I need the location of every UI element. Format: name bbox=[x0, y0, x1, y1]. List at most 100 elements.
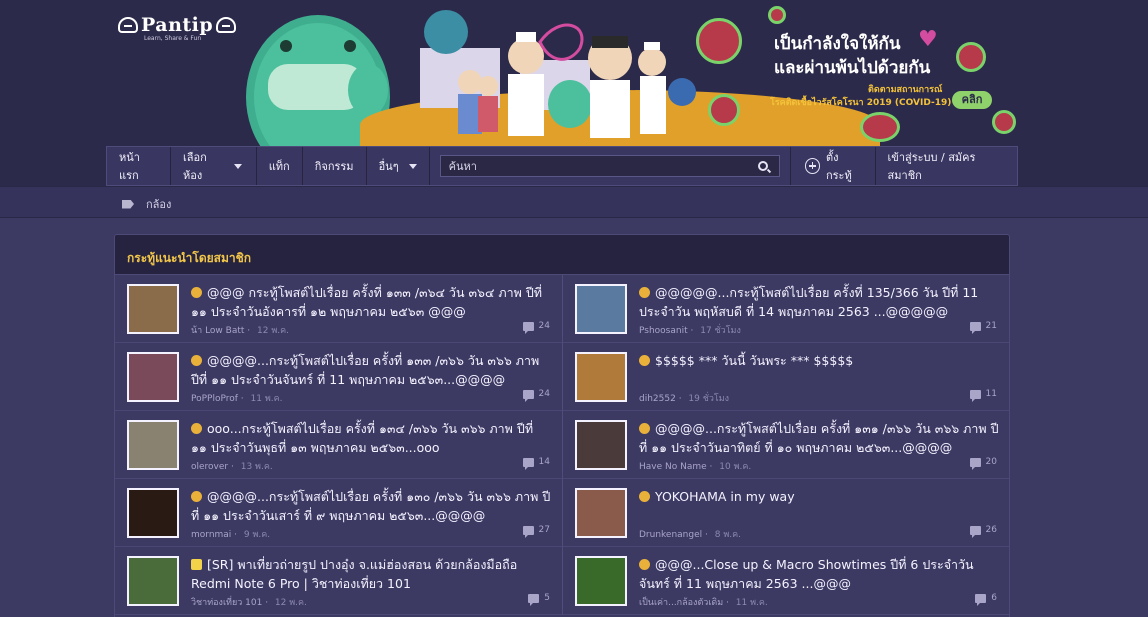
virus-icon bbox=[696, 18, 742, 64]
topic-time: 12 พ.ค. bbox=[274, 598, 307, 608]
comment-icon bbox=[969, 525, 981, 538]
topic-title-text: $$$$$ *** วันนี้ วันพระ *** $$$$$ bbox=[655, 353, 854, 368]
comment-count-value: 27 bbox=[538, 525, 550, 535]
nav-more[interactable]: อื่นๆ bbox=[367, 147, 430, 185]
topic-thumbnail[interactable] bbox=[127, 420, 179, 470]
topic-author[interactable]: dih2552 bbox=[639, 394, 676, 404]
topic-author[interactable]: PoPPloProf bbox=[191, 394, 238, 404]
topic-row[interactable]: @@@@...กระทู้โพสต์ไปเรื่อย ครั้งที่ ๑๓๑ … bbox=[563, 411, 1009, 479]
chevron-down-icon bbox=[408, 163, 417, 169]
topic-row[interactable]: @@@@@...กระทู้โพสต์ไปเรื่อย ครั้งที่ 135… bbox=[563, 275, 1009, 343]
topic-title[interactable]: @@@...Close up & Macro Showtimes ปีที่ 6… bbox=[639, 555, 999, 593]
topic-author[interactable]: Pshoosanit bbox=[639, 326, 688, 336]
comment-count: 5 bbox=[528, 593, 550, 606]
comment-count-value: 14 bbox=[538, 457, 550, 467]
nav-choose-room[interactable]: เลือกห้อง bbox=[171, 147, 257, 185]
virus-icon bbox=[956, 42, 986, 72]
topic-row[interactable]: @@@ กระทู้โพสต์ไปเรื่อย ครั้งที่ ๑๓๓ /๓๖… bbox=[115, 275, 562, 343]
topic-time: 11 พ.ค. bbox=[250, 394, 283, 404]
comment-count: 24 bbox=[522, 389, 550, 402]
topic-thumbnail[interactable] bbox=[575, 284, 627, 334]
topic-author[interactable]: Drunkenangel bbox=[639, 530, 702, 540]
topic-thumbnail[interactable] bbox=[127, 488, 179, 538]
topic-time: 8 พ.ค. bbox=[714, 530, 741, 540]
topic-thumbnail[interactable] bbox=[575, 352, 627, 402]
nav-bar: หน้าแรก เลือกห้อง แท็ก กิจกรรม อื่นๆ ตั้… bbox=[106, 146, 1018, 186]
topic-title[interactable]: @@@@...กระทู้โพสต์ไปเรื่อย ครั้งที่ ๑๓๑ … bbox=[639, 419, 999, 457]
nav-activity-label: กิจกรรม bbox=[314, 160, 354, 173]
topic-author[interactable]: olerover bbox=[191, 462, 228, 472]
comment-count: 24 bbox=[522, 321, 550, 334]
banner-click-button[interactable]: คลิก bbox=[952, 91, 992, 109]
topic-title[interactable]: [SR] พาเที่ยวถ่ายรูป ปางอุ๋ง จ.แม่ฮ่องสอ… bbox=[191, 555, 551, 593]
topic-thumbnail[interactable] bbox=[127, 556, 179, 606]
topic-title[interactable]: @@@ กระทู้โพสต์ไปเรื่อย ครั้งที่ ๑๓๓ /๓๖… bbox=[191, 283, 551, 321]
nav-tag[interactable]: แท็ก bbox=[257, 147, 303, 185]
emoji-icon bbox=[639, 423, 650, 434]
comment-icon bbox=[522, 525, 534, 538]
logo-text: Pantip bbox=[141, 14, 214, 36]
login-button[interactable]: เข้าสู่ระบบ / สมัครสมาชิก bbox=[876, 147, 1017, 185]
new-topic-button[interactable]: ตั้งกระทู้ bbox=[791, 147, 876, 185]
breadcrumb-bar: กล้อง bbox=[0, 186, 1148, 218]
comment-count: 11 bbox=[969, 389, 997, 402]
topic-meta: เป็นเค่า...กล้องตัวเดิม · 11 พ.ค. bbox=[639, 598, 768, 608]
search-icon[interactable] bbox=[757, 161, 768, 171]
recommended-topics-panel: กระทู้แนะนำโดยสมาชิก @@@ กระทู้โพสต์ไปเร… bbox=[114, 234, 1010, 617]
covid-banner[interactable]: Pantip Learn, Share & Fun เป็นกำลังใจให้… bbox=[0, 0, 1148, 146]
topic-meta: น้า Low Batt · 12 พ.ค. bbox=[191, 326, 289, 336]
topic-thumbnail[interactable] bbox=[127, 284, 179, 334]
nav-activity[interactable]: กิจกรรม bbox=[303, 147, 367, 185]
banner-subtitle-2: โรคติดเชื้อไวรัสโคโรนา 2019 (COVID-19) bbox=[770, 98, 952, 108]
breadcrumb[interactable]: กล้อง bbox=[122, 195, 171, 213]
topic-author[interactable]: mornmai bbox=[191, 530, 231, 540]
topic-row[interactable]: @@@@...กระทู้โพสต์ไปเรื่อย ครั้งที่ ๑๓๓ … bbox=[115, 343, 562, 411]
login-label: เข้าสู่ระบบ / สมัครสมาชิก bbox=[887, 151, 976, 182]
comment-count-value: 11 bbox=[985, 389, 997, 399]
topic-title[interactable]: @@@@...กระทู้โพสต์ไปเรื่อย ครั้งที่ ๑๓๓ … bbox=[191, 351, 551, 389]
banner-subtitle-1: ติดตามสถานการณ์ bbox=[868, 85, 943, 95]
nav-home-label: หน้าแรก bbox=[119, 151, 140, 182]
nav-home[interactable]: หน้าแรก bbox=[107, 147, 172, 185]
topic-meta: วิชาท่องเที่ยว 101 · 12 พ.ค. bbox=[191, 598, 307, 608]
topic-author[interactable]: วิชาท่องเที่ยว 101 bbox=[191, 598, 262, 608]
search-input[interactable] bbox=[439, 155, 780, 177]
topic-title[interactable]: YOKOHAMA in my way bbox=[639, 487, 999, 506]
topic-row[interactable]: YOKOHAMA in my way Drunkenangel · 8 พ.ค. 2… bbox=[563, 479, 1009, 547]
topic-row[interactable]: [SR] พาเที่ยวถ่ายรูป ปางอุ๋ง จ.แม่ฮ่องสอ… bbox=[115, 547, 562, 615]
topic-time: 12 พ.ค. bbox=[257, 326, 289, 336]
topic-thumbnail[interactable] bbox=[575, 556, 627, 606]
topic-time: 19 ชั่วโมง bbox=[688, 394, 730, 404]
pantip-logo[interactable]: Pantip bbox=[118, 14, 237, 36]
topic-author[interactable]: เป็นเค่า...กล้องตัวเดิม bbox=[639, 598, 723, 608]
topic-time: 17 ชั่วโมง bbox=[700, 326, 741, 336]
topic-row[interactable]: ooo...กระทู้โพสต์ไปเรื่อย ครั้งที่ ๑๓๔ /… bbox=[115, 411, 562, 479]
topic-row[interactable]: @@@...Close up & Macro Showtimes ปีที่ 6… bbox=[563, 547, 1009, 615]
topic-title-text: @@@@...กระทู้โพสต์ไปเรื่อย ครั้งที่ ๑๓๑ … bbox=[639, 421, 999, 455]
comment-icon bbox=[528, 593, 540, 606]
topic-title[interactable]: @@@@...กระทู้โพสต์ไปเรื่อย ครั้งที่ ๑๓๐ … bbox=[191, 487, 551, 525]
topic-title-text: @@@ กระทู้โพสต์ไปเรื่อย ครั้งที่ ๑๓๓ /๓๖… bbox=[191, 285, 543, 319]
emoji-icon bbox=[639, 559, 650, 570]
topic-author[interactable]: Have No Name bbox=[639, 462, 707, 472]
emoji-icon bbox=[191, 491, 202, 502]
topic-thumbnail[interactable] bbox=[575, 488, 627, 538]
comment-count-value: 26 bbox=[985, 525, 997, 535]
logo-mark-icon bbox=[216, 17, 237, 33]
virus-icon bbox=[708, 94, 740, 126]
search-container bbox=[430, 147, 791, 185]
topic-thumbnail[interactable] bbox=[127, 352, 179, 402]
topic-author[interactable]: น้า Low Batt bbox=[191, 326, 244, 336]
tag-icon bbox=[122, 199, 134, 209]
topic-title[interactable]: ooo...กระทู้โพสต์ไปเรื่อย ครั้งที่ ๑๓๔ /… bbox=[191, 419, 551, 457]
nav-more-label: อื่นๆ bbox=[378, 160, 399, 173]
topic-row[interactable]: @@@@...กระทู้โพสต์ไปเรื่อย ครั้งที่ ๑๓๐ … bbox=[115, 479, 562, 547]
topic-row[interactable]: $$$$$ *** วันนี้ วันพระ *** $$$$$ dih2552… bbox=[563, 343, 1009, 411]
banner-headline-1: เป็นกำลังใจให้กัน bbox=[774, 34, 901, 54]
topic-title[interactable]: $$$$$ *** วันนี้ วันพระ *** $$$$$ bbox=[639, 351, 999, 370]
comment-count: 26 bbox=[969, 525, 997, 538]
topics-column-left: @@@ กระทู้โพสต์ไปเรื่อย ครั้งที่ ๑๓๓ /๓๖… bbox=[115, 275, 562, 615]
virus-icon bbox=[860, 112, 900, 142]
topic-title[interactable]: @@@@@...กระทู้โพสต์ไปเรื่อย ครั้งที่ 135… bbox=[639, 283, 999, 321]
topic-thumbnail[interactable] bbox=[575, 420, 627, 470]
